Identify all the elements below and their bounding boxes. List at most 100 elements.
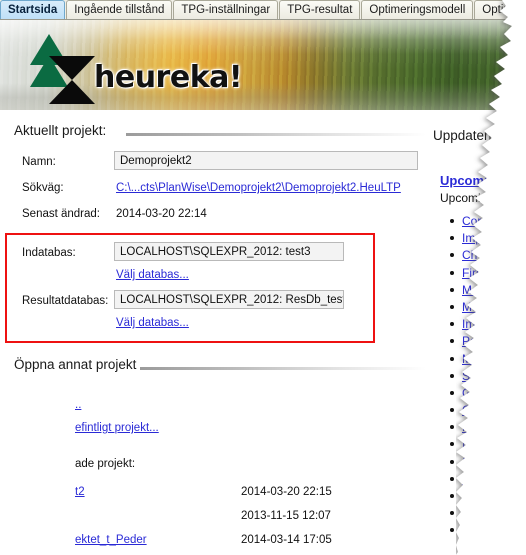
update-list-item[interactable]: Treatm — [448, 522, 526, 539]
updates-list: Cor Imp Ch Firs Mo Mo Impr Pos More Set Gro Cha New I… — [448, 213, 526, 555]
update-link[interactable]: Pos — [462, 334, 483, 348]
update-link[interactable]: Cha — [462, 403, 484, 417]
update-link[interactable]: Firs — [462, 266, 482, 280]
bullet-icon — [450, 425, 454, 430]
tab-tpg-resultat[interactable]: TPG-resultat — [279, 0, 361, 19]
update-list-item[interactable]: New — [448, 419, 526, 436]
update-link[interactable]: Price — [462, 489, 489, 503]
update-list-item[interactable]: Firs — [448, 265, 526, 282]
current-project-heading: Aktuellt projekt: — [14, 123, 107, 138]
project-name-field[interactable]: Demoprojekt2 — [114, 151, 418, 170]
update-list-item[interactable]: Improv — [448, 436, 526, 453]
new-project-link[interactable]: .. — [75, 399, 81, 411]
updates-panel: Uppdateringar Upcomin Upcoming Cor Imp Ch F… — [428, 110, 526, 555]
result-database-label: Resultatdatabas: — [22, 295, 109, 307]
bullet-icon — [450, 373, 454, 378]
bullet-icon — [450, 476, 454, 481]
update-link[interactable]: Modif — [462, 472, 491, 486]
input-database-label: Indatabas: — [22, 247, 76, 259]
tab-optimeringsresultat[interactable]: Optimeringsresulta — [474, 0, 526, 19]
update-link[interactable]: Set — [462, 369, 480, 383]
upcoming-link[interactable]: Upcomin — [440, 173, 496, 188]
recent-project-date: 2014-03-14 17:05 — [241, 534, 332, 546]
update-list-item[interactable]: Impr — [448, 316, 526, 333]
tab-ingaende-tillstand[interactable]: Ingående tillstånd — [66, 0, 173, 19]
update-list-item[interactable]: Cor — [448, 213, 526, 230]
recent-project-date: 2014-03-20 22:15 — [241, 486, 332, 498]
project-name-label: Namn: — [22, 156, 56, 168]
update-list-item[interactable]: Ch — [448, 247, 526, 264]
project-path-link[interactable]: C:\...cts\PlanWise\Demoprojekt2\Demoproj… — [116, 182, 401, 194]
tab-strip: Startsida Ingående tillstånd TPG-inställ… — [0, 0, 526, 20]
update-list-item[interactable]: Gro — [448, 385, 526, 402]
update-link[interactable]: Cor — [462, 214, 481, 228]
update-link[interactable]: More — [462, 352, 489, 366]
update-list-item[interactable]: Mo — [448, 299, 526, 316]
update-list-item[interactable]: Price — [448, 488, 526, 505]
recent-project-link[interactable]: t2 — [75, 486, 85, 498]
tab-tpg-installningar[interactable]: TPG-inställningar — [173, 0, 279, 19]
update-list-item[interactable]: Modif — [448, 471, 526, 488]
tab-label: Startsida — [8, 4, 58, 16]
bullet-icon — [450, 511, 454, 516]
update-link[interactable]: Imp — [462, 231, 482, 245]
tab-label: TPG-resultat — [287, 4, 353, 16]
logo-wordmark: heureka! — [94, 60, 243, 95]
update-link[interactable]: Mo — [462, 283, 479, 297]
updates-heading: Uppdateringar — [433, 128, 519, 143]
bullet-icon — [450, 459, 454, 464]
tab-label: Optimeringsmodell — [369, 4, 466, 16]
update-list-item[interactable]: Imp — [448, 230, 526, 247]
header-banner: heureka! — [0, 20, 526, 110]
update-link[interactable]: Mo — [462, 300, 479, 314]
recent-project-date: 2013-11-15 12:07 — [241, 510, 331, 522]
section-divider — [126, 133, 426, 136]
update-list-item[interactable]: More — [448, 351, 526, 368]
recent-projects-label: ade projekt: — [75, 458, 136, 470]
open-other-project-heading: Öppna annat projekt — [14, 357, 137, 372]
last-modified-value: 2014-03-20 22:14 — [116, 208, 207, 220]
tab-label: Optimeringsresulta — [482, 4, 526, 16]
section-divider — [140, 367, 426, 370]
tab-startsida[interactable]: Startsida — [0, 0, 66, 19]
update-list-item[interactable]: Mo — [448, 282, 526, 299]
update-link[interactable]: Price — [462, 506, 489, 520]
update-list-item[interactable]: Price — [448, 505, 526, 522]
bullet-icon — [450, 339, 454, 344]
update-list-item[interactable]: Saplin — [448, 454, 526, 471]
upcoming-subtitle: Upcoming — [440, 191, 495, 205]
project-path-label: Sökväg: — [22, 182, 64, 194]
update-link[interactable]: Treatm — [462, 523, 500, 537]
open-existing-project-link[interactable]: efintligt projekt... — [75, 422, 159, 434]
update-list-item[interactable]: Pos — [448, 333, 526, 350]
update-link[interactable]: Final F — [468, 541, 505, 555]
bullet-icon — [450, 322, 454, 327]
choose-result-database-link[interactable]: Välj databas... — [116, 317, 189, 329]
update-link[interactable]: Saplin — [462, 455, 495, 469]
tab-label: TPG-inställningar — [181, 4, 271, 16]
recent-project-link[interactable]: ektet_t_Peder — [75, 534, 147, 546]
bullet-icon — [450, 494, 454, 498]
bullet-icon — [450, 442, 454, 447]
bullet-icon — [450, 236, 454, 241]
update-list-item[interactable]: Cha — [448, 402, 526, 419]
update-link[interactable]: Ch — [462, 248, 477, 262]
bullet-icon — [450, 390, 454, 395]
result-database-field[interactable]: LOCALHOST\SQLEXPR_2012: ResDb_test2 — [114, 290, 344, 309]
last-modified-label: Senast ändrad: — [22, 208, 101, 220]
bullet-icon — [450, 253, 454, 258]
update-link[interactable]: New — [462, 420, 486, 434]
bullet-icon — [450, 287, 454, 292]
bullet-icon — [450, 528, 454, 533]
bullet-icon — [450, 270, 454, 275]
tab-label: Ingående tillstånd — [74, 4, 165, 16]
update-link[interactable]: Improv — [462, 437, 499, 451]
update-list-item[interactable]: Final F — [448, 540, 526, 555]
application-window: Startsida Ingående tillstånd TPG-inställ… — [0, 0, 526, 555]
update-link[interactable]: Impr — [462, 317, 486, 331]
tab-optimeringsmodell[interactable]: Optimeringsmodell — [361, 0, 474, 19]
update-list-item[interactable]: Set — [448, 368, 526, 385]
update-link[interactable]: Gro — [462, 386, 482, 400]
choose-input-database-link[interactable]: Välj databas... — [116, 269, 189, 281]
input-database-field[interactable]: LOCALHOST\SQLEXPR_2012: test3 — [114, 242, 344, 261]
